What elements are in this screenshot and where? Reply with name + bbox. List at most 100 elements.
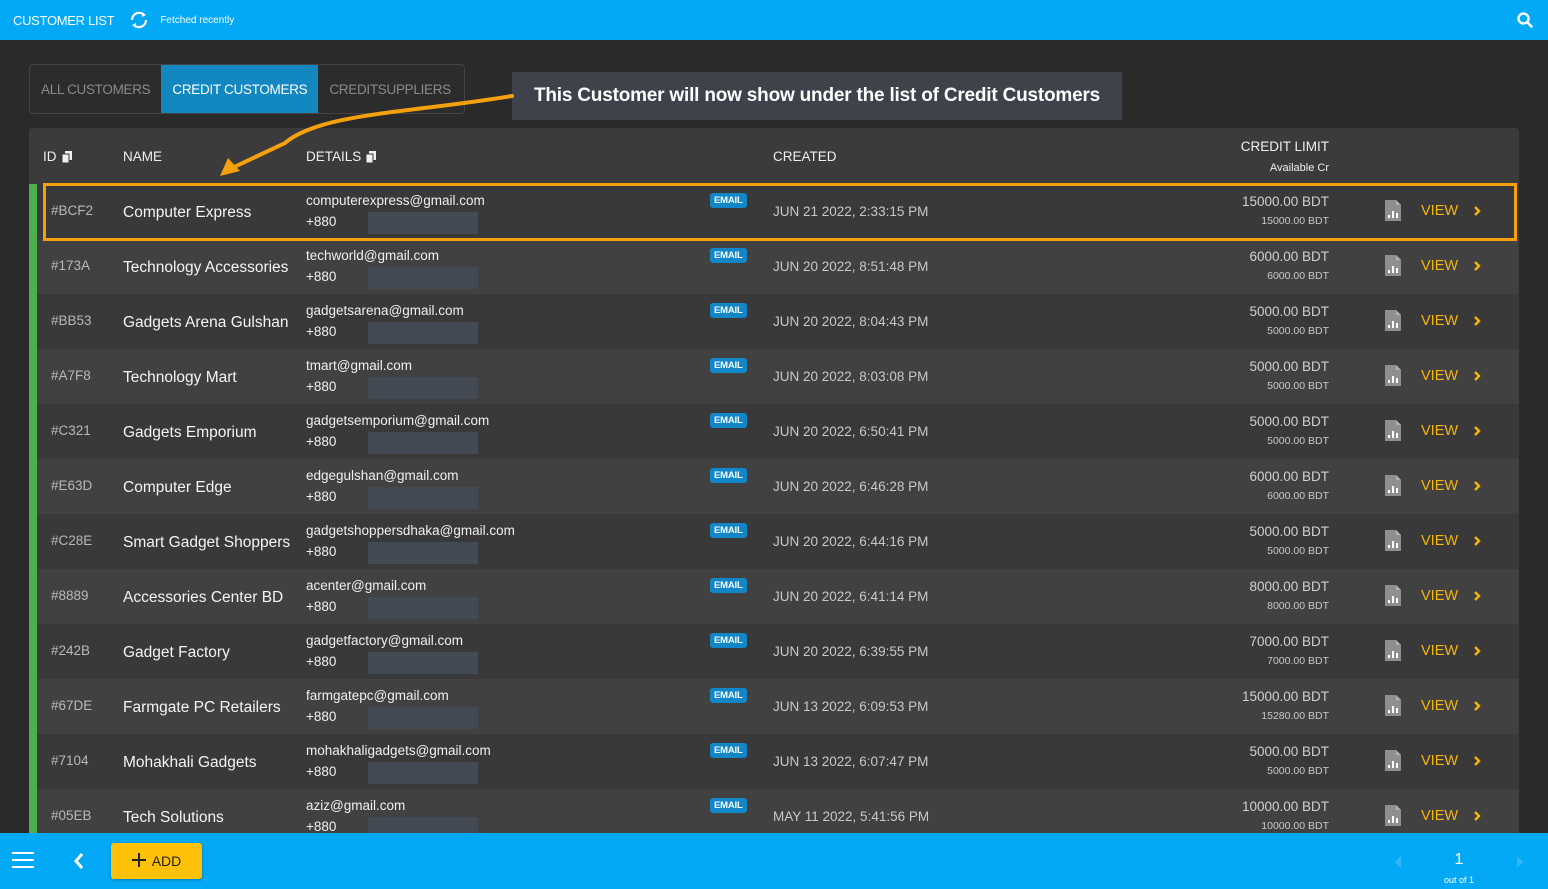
column-header-name[interactable]: NAME — [123, 149, 162, 164]
email-badge[interactable]: EMAIL — [710, 523, 747, 538]
search-icon[interactable] — [1516, 11, 1534, 29]
back-chevron-icon[interactable] — [72, 851, 86, 871]
table-row[interactable]: #173A Technology Accessories techworld@g… — [29, 239, 1519, 294]
table-row[interactable]: #67DE Farmgate PC Retailers farmgatepc@g… — [29, 679, 1519, 734]
chevron-right-icon[interactable] — [1473, 754, 1481, 766]
report-icon[interactable] — [1385, 695, 1401, 716]
report-icon[interactable] — [1385, 310, 1401, 331]
redacted-phone — [368, 487, 478, 509]
chevron-right-icon[interactable] — [1473, 369, 1481, 381]
chevron-right-icon[interactable] — [1473, 699, 1481, 711]
view-button[interactable]: VIEW — [1421, 533, 1458, 549]
available-credit: 6000.00 BDT — [1267, 490, 1329, 502]
customer-phone: +880 — [306, 764, 337, 779]
email-badge[interactable]: EMAIL — [710, 413, 747, 428]
table-row[interactable]: #C321 Gadgets Emporium gadgetsemporium@g… — [29, 404, 1519, 459]
column-header-credit-limit[interactable]: CREDIT LIMIT — [1241, 139, 1329, 154]
copy-icon[interactable] — [61, 150, 72, 163]
view-button[interactable]: VIEW — [1421, 423, 1458, 439]
previous-page-icon[interactable] — [1394, 855, 1402, 868]
row-status-bar — [29, 514, 37, 569]
email-badge[interactable]: EMAIL — [710, 358, 747, 373]
add-button[interactable]: ADD — [111, 843, 202, 879]
email-badge[interactable]: EMAIL — [710, 633, 747, 648]
available-credit: 7000.00 BDT — [1267, 655, 1329, 667]
menu-icon[interactable] — [12, 851, 34, 869]
row-status-bar — [29, 569, 37, 624]
column-header-id[interactable]: ID — [43, 149, 72, 164]
customer-name: Computer Express — [123, 204, 252, 221]
customer-phone: +880 — [306, 819, 337, 834]
chevron-right-icon[interactable] — [1473, 204, 1481, 216]
chevron-right-icon[interactable] — [1473, 424, 1481, 436]
chevron-right-icon[interactable] — [1473, 644, 1481, 656]
available-credit: 5000.00 BDT — [1267, 325, 1329, 337]
view-button[interactable]: VIEW — [1421, 478, 1458, 494]
table-row[interactable]: #C28E Smart Gadget Shoppers gadgetshoppe… — [29, 514, 1519, 569]
view-button[interactable]: VIEW — [1421, 643, 1458, 659]
table-row[interactable]: #242B Gadget Factory gadgetfactory@gmail… — [29, 624, 1519, 679]
report-icon[interactable] — [1385, 475, 1401, 496]
chevron-right-icon[interactable] — [1473, 314, 1481, 326]
customer-name: Accessories Center BD — [123, 589, 284, 606]
report-icon[interactable] — [1385, 640, 1401, 661]
report-icon[interactable] — [1385, 530, 1401, 551]
tab-all-customers[interactable]: ALL CUSTOMERS — [30, 65, 161, 113]
table-row[interactable]: #8889 Accessories Center BD acenter@gmai… — [29, 569, 1519, 624]
table-row[interactable]: #7104 Mohakhali Gadgets mohakhaligadgets… — [29, 734, 1519, 789]
credit-limit: 5000.00 BDT — [1249, 359, 1329, 374]
table-row[interactable]: #BB53 Gadgets Arena Gulshan gadgetsarena… — [29, 294, 1519, 349]
credit-limit: 15000.00 BDT — [1241, 689, 1329, 704]
email-badge[interactable]: EMAIL — [710, 193, 747, 208]
report-icon[interactable] — [1385, 585, 1401, 606]
credit-limit: 6000.00 BDT — [1249, 469, 1329, 484]
view-button[interactable]: VIEW — [1421, 753, 1458, 769]
email-badge[interactable]: EMAIL — [710, 743, 747, 758]
view-button[interactable]: VIEW — [1421, 368, 1458, 384]
chevron-right-icon[interactable] — [1473, 534, 1481, 546]
bottom-toolbar: ADD 1 out of 1 — [0, 833, 1548, 889]
created-date: JUN 13 2022, 6:07:47 PM — [773, 754, 929, 769]
row-status-bar — [29, 459, 37, 514]
customer-name: Mohakhali Gadgets — [123, 754, 257, 771]
view-button[interactable]: VIEW — [1421, 588, 1458, 604]
tab-credit-customers[interactable]: CREDIT CUSTOMERS — [161, 65, 319, 113]
report-icon[interactable] — [1385, 750, 1401, 771]
copy-icon[interactable] — [365, 150, 377, 163]
view-button[interactable]: VIEW — [1421, 258, 1458, 274]
view-button[interactable]: VIEW — [1421, 313, 1458, 329]
column-name-label: NAME — [123, 149, 163, 164]
table-row[interactable]: #BCF2 Computer Express computerexpress@g… — [29, 184, 1519, 239]
column-header-details[interactable]: DETAILS — [306, 149, 377, 164]
table-row[interactable]: #A7F8 Technology Mart tmart@gmail.com +8… — [29, 349, 1519, 404]
column-credit-limit-label: CREDIT LIMIT — [1240, 139, 1329, 154]
email-badge[interactable]: EMAIL — [710, 578, 747, 593]
view-button[interactable]: VIEW — [1421, 808, 1458, 824]
view-button[interactable]: VIEW — [1421, 698, 1458, 714]
customer-id: #C321 — [51, 423, 91, 438]
email-badge[interactable]: EMAIL — [710, 468, 747, 483]
report-icon[interactable] — [1385, 420, 1401, 441]
created-date: JUN 20 2022, 6:39:55 PM — [773, 644, 929, 659]
column-header-available: Available Cr — [1270, 162, 1329, 174]
email-badge[interactable]: EMAIL — [710, 688, 747, 703]
customer-name: Technology Mart — [123, 369, 237, 386]
view-button[interactable]: VIEW — [1421, 203, 1458, 219]
report-icon[interactable] — [1385, 255, 1401, 276]
sync-icon[interactable] — [128, 9, 150, 31]
report-icon[interactable] — [1385, 365, 1401, 386]
email-badge[interactable]: EMAIL — [710, 303, 747, 318]
email-badge[interactable]: EMAIL — [710, 248, 747, 263]
customer-phone: +880 — [306, 599, 337, 614]
chevron-right-icon[interactable] — [1473, 479, 1481, 491]
chevron-right-icon[interactable] — [1473, 809, 1481, 821]
report-icon[interactable] — [1385, 200, 1401, 221]
tab-credit-suppliers[interactable]: CREDITSUPPLIERS — [318, 65, 462, 113]
column-header-created[interactable]: CREATED — [773, 149, 837, 164]
chevron-right-icon[interactable] — [1473, 589, 1481, 601]
table-row[interactable]: #E63D Computer Edge edgegulshan@gmail.co… — [29, 459, 1519, 514]
next-page-icon[interactable] — [1516, 855, 1524, 868]
chevron-right-icon[interactable] — [1473, 259, 1481, 271]
email-badge[interactable]: EMAIL — [710, 798, 747, 813]
report-icon[interactable] — [1385, 805, 1401, 826]
